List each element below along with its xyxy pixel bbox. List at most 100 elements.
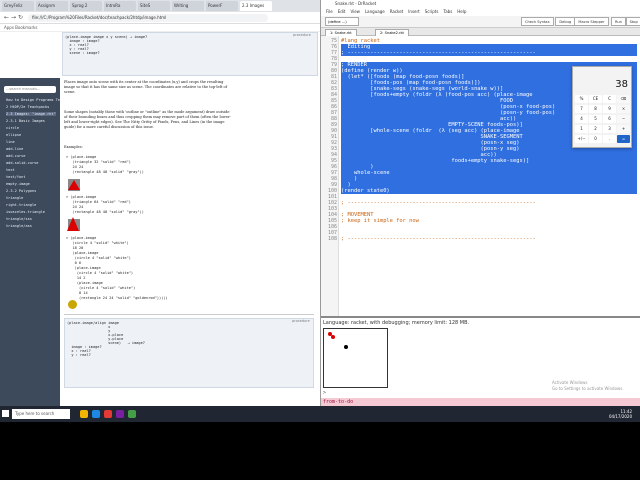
desktop-screen: GreyFeliz Assignm Sprog 2 IntroRa SiteS Writi… (0, 0, 640, 422)
chrome-icon[interactable] (104, 410, 112, 418)
sidebar-item[interactable]: 2 HtDP/2e Teachpacks (6, 105, 49, 109)
menu-item[interactable]: Edit (338, 9, 346, 14)
forward-icon[interactable]: → (11, 14, 16, 22)
sidebar-item[interactable]: 2.3.1 Basic Images (6, 119, 45, 123)
menu-item[interactable]: Tabs (443, 9, 452, 14)
sidebar-item[interactable]: triangle/sss (6, 217, 32, 221)
calculator-key[interactable]: × (617, 105, 630, 113)
place-image-align-signature: (place-image/align image x y x-place y-p… (64, 318, 314, 388)
drracket-icon[interactable] (116, 410, 124, 418)
sidebar-item[interactable]: isosceles-triangle (6, 210, 45, 214)
calculator-key[interactable]: 5 (589, 115, 602, 123)
code-line: ; --------------------------------------… (341, 200, 536, 206)
sidebar-item[interactable]: text/font (6, 175, 25, 179)
docs-search-input[interactable]: ...search manuals... (4, 86, 56, 93)
divider (64, 314, 314, 315)
sidebar-item[interactable]: triangle/ass (6, 224, 32, 228)
red-triangle-large (67, 217, 79, 231)
back-icon[interactable]: ← (4, 14, 9, 22)
browser-tab[interactable]: Assignm (36, 1, 68, 11)
toolbar-button[interactable]: Stop (625, 17, 640, 26)
code-line: ; --------------------------------------… (341, 50, 637, 56)
sidebar-item[interactable]: empty-image (6, 182, 30, 186)
browser-tab[interactable]: 2.3 Images (240, 1, 272, 11)
browser-tab[interactable]: IntroRa (104, 1, 136, 11)
line-number-gutter: 75 76 77 78 79 80 81 82 83 84 85 86 87 88 89 90 91 92 93 94… (321, 36, 339, 316)
calculator-key[interactable]: +/− (575, 135, 588, 143)
place-image-description: Places image onto scene with its center … (64, 80, 228, 94)
browser-tab[interactable]: GreyFeliz (2, 1, 34, 11)
calculator-key[interactable]: 0 (589, 135, 602, 143)
docs-sidebar: ...search manuals... How to Design Progr… (0, 78, 60, 422)
toolbar-button[interactable]: Run (611, 17, 626, 26)
calculator-key[interactable]: ⌫ (617, 95, 630, 103)
place-image-signature: (place-image image x y scene) → image? i… (62, 32, 318, 76)
code-line: ; --------------------------------------… (341, 236, 536, 242)
sidebar-item[interactable]: right-triangle (6, 203, 36, 207)
sidebar-item[interactable]: How to Design Programs Teachpacks (6, 98, 60, 102)
calculator-key[interactable]: − (617, 115, 630, 123)
calculator-key[interactable]: 6 (603, 115, 616, 123)
browser-tab-strip: GreyFeliz Assignm Sprog 2 IntroRa SiteS Writi… (0, 0, 320, 12)
toolbar-button[interactable]: Check Syntax (521, 17, 554, 26)
sidebar-item[interactable]: add-curve (6, 154, 25, 158)
menu-item[interactable]: View (350, 9, 360, 14)
browser-tab[interactable]: PowerF (206, 1, 238, 11)
menu-item[interactable]: Language (365, 9, 385, 14)
sidebar-item[interactable]: ellipse (6, 133, 21, 137)
sidebar-item[interactable]: line (6, 140, 15, 144)
definitions-dropdown[interactable]: (define ...) (325, 17, 359, 26)
calculator-key[interactable]: 7 (575, 105, 588, 113)
line-number: 108 (327, 236, 337, 242)
calculator-icon[interactable] (128, 410, 136, 418)
edge-icon[interactable] (92, 410, 100, 418)
sidebar-item[interactable]: circle (6, 126, 19, 130)
calculator-key[interactable]: + (617, 125, 630, 133)
calculator-key[interactable]: 8 (589, 105, 602, 113)
calculator-key[interactable]: 2 (589, 125, 602, 133)
procedure-tag: procedure (293, 33, 311, 37)
menu-item[interactable]: Racket (390, 9, 404, 14)
browser-tab[interactable]: SiteS (138, 1, 170, 11)
example-1-code: > (place-image (triangle 32 "solid" "red… (66, 155, 144, 174)
sidebar-item[interactable]: text (6, 168, 15, 172)
file-tabs: 1: Snake.rkt 2: Snake2.rkt (321, 28, 640, 36)
browser-tab[interactable]: Sprog 2 (70, 1, 102, 11)
activate-windows-watermark: Activate Windows Go to Settings to activ… (552, 380, 624, 392)
file-tab[interactable]: 2: Snake2.rkt (375, 29, 409, 36)
menu-item[interactable]: Scripts (425, 9, 439, 14)
browser-tab[interactable]: Writing (172, 1, 204, 11)
sidebar-item[interactable]: 2.3.2 Polygons (6, 189, 36, 193)
calculator-key[interactable]: 9 (603, 105, 616, 113)
toolbar-button[interactable]: Debug (555, 17, 576, 26)
menu-item[interactable]: Help (457, 9, 466, 14)
snake-segment (331, 335, 335, 339)
toolbar-button[interactable]: Macro Stepper (574, 17, 609, 26)
calculator-key[interactable]: % (575, 95, 588, 103)
file-tab[interactable]: 1: Snake.rkt (325, 29, 357, 36)
goldenrod-result (68, 300, 77, 309)
sidebar-item[interactable]: triangle (6, 196, 23, 200)
calculator-key[interactable]: . (603, 135, 616, 143)
reload-icon[interactable]: ↻ (18, 14, 23, 22)
file-explorer-icon[interactable] (80, 410, 88, 418)
bookmarks-bar[interactable]: Apps Bookmarks (0, 24, 320, 32)
menu-item[interactable]: Insert (408, 9, 419, 14)
windows-start-icon[interactable] (2, 410, 9, 417)
repl-prompt[interactable]: > (323, 390, 326, 396)
clock[interactable]: 11:42 04/17/2020 (609, 409, 632, 419)
menu-item[interactable]: File (326, 9, 333, 14)
calculator-key[interactable]: 3 (603, 125, 616, 133)
taskbar-search[interactable]: Type here to search (12, 409, 70, 419)
address-bar[interactable]: file:///C:/Program%20Files/Racket/doc/te… (28, 14, 268, 22)
calculator-key[interactable]: C (603, 95, 616, 103)
calculator-key[interactable]: 1 (575, 125, 588, 133)
calculator-key[interactable]: = (617, 135, 630, 143)
calculator-key[interactable]: CE (589, 95, 602, 103)
clock-date: 04/17/2020 (608, 414, 632, 419)
sidebar-item[interactable]: add-line (6, 147, 23, 151)
calculator-key[interactable]: 4 (575, 115, 588, 123)
sidebar-item[interactable]: add-solid-curve (6, 161, 38, 165)
sidebar-item[interactable]: 2.3 Images: "image.rkt" (6, 112, 56, 116)
activate-subtitle: Go to Settings to activate Windows. (552, 386, 624, 391)
